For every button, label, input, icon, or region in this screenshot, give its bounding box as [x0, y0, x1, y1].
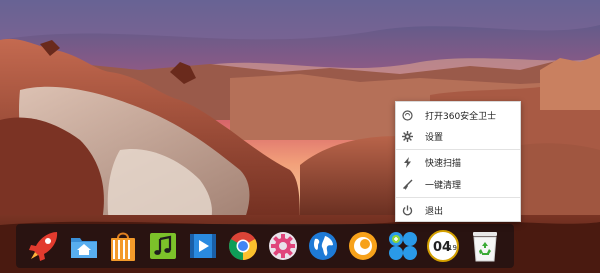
context-menu: 打开360安全卫士 设置 快速扫描 一键清理 退出 [395, 101, 521, 222]
menu-item-label: 打开360安全卫士 [425, 111, 497, 122]
menu-item-label: 快速扫描 [425, 158, 462, 169]
orange-circle-icon[interactable] [345, 228, 381, 264]
svg-text:19: 19 [448, 244, 457, 252]
menu-item-open-360[interactable]: 打开360安全卫士 [396, 105, 520, 125]
menu-item-label: 一键清理 [425, 180, 462, 191]
globe-icon[interactable] [305, 228, 341, 264]
menu-item-label: 退出 [425, 206, 444, 217]
menu-item-one-click-clean[interactable]: 一键清理 [396, 174, 520, 194]
clock-icon[interactable]: 04 19 [425, 228, 461, 264]
recycle-bin-icon[interactable] [467, 228, 503, 264]
menu-item-settings[interactable]: 设置 [396, 126, 520, 146]
power-icon [401, 204, 413, 216]
broom-icon [401, 178, 413, 190]
film-play-icon[interactable] [185, 228, 221, 264]
lightning-icon [401, 156, 413, 168]
menu-divider [396, 149, 520, 150]
360-icon [401, 109, 413, 121]
blue-dots-icon[interactable] [385, 228, 421, 264]
rocket-launcher-icon[interactable] [26, 228, 62, 264]
shopping-bag-icon[interactable] [105, 228, 141, 264]
home-folder-icon[interactable] [66, 228, 102, 264]
music-note-icon[interactable] [145, 228, 181, 264]
menu-item-quick-scan[interactable]: 快速扫描 [396, 152, 520, 172]
menu-divider [396, 197, 520, 198]
gear-icon [401, 130, 413, 142]
gear-icon[interactable] [265, 228, 301, 264]
chrome-icon[interactable] [225, 228, 261, 264]
menu-item-exit[interactable]: 退出 [396, 200, 520, 220]
menu-item-label: 设置 [425, 132, 444, 143]
